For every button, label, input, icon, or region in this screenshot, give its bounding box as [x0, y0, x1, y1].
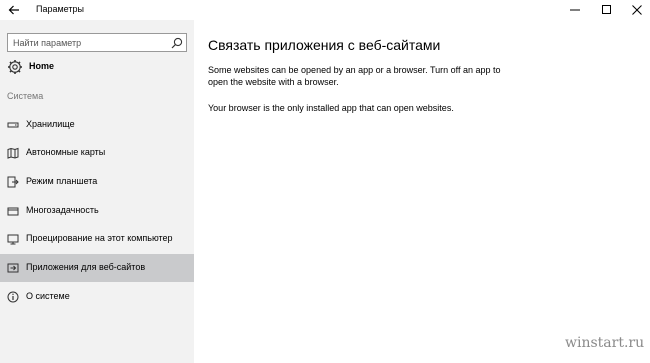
sidebar-item-storage[interactable]: Хранилище — [0, 111, 194, 139]
sidebar-item-label: О системе — [26, 291, 70, 301]
gear-icon — [8, 60, 22, 74]
search-input[interactable] — [8, 34, 168, 51]
storage-icon — [7, 122, 19, 128]
web-apps-icon — [7, 263, 19, 273]
maximize-button[interactable] — [592, 0, 622, 20]
minimize-icon — [570, 9, 580, 11]
info-icon — [7, 291, 19, 303]
sidebar-item-label: Проецирование на этот компьютер — [26, 233, 173, 243]
sidebar-item-about[interactable]: О системе — [0, 283, 194, 311]
window-title: Параметры — [36, 4, 84, 14]
sidebar-item-label: Хранилище — [26, 119, 75, 129]
title-bar: Параметры — [0, 0, 650, 20]
sidebar-item-multitasking[interactable]: Многозадачность — [0, 197, 194, 225]
tablet-mode-icon — [7, 176, 19, 188]
main-content: Связать приложения с веб-сайтами Some we… — [194, 20, 650, 363]
search-icon[interactable] — [171, 37, 183, 49]
sidebar-item-label: Автономные карты — [26, 147, 106, 157]
map-icon — [7, 147, 19, 159]
description-text: Some websites can be opened by an app or… — [208, 65, 501, 87]
multitasking-icon — [7, 207, 19, 216]
home-link[interactable]: Home — [0, 57, 194, 77]
watermark: winstart.ru — [565, 335, 645, 351]
sidebar-item-tablet-mode[interactable]: Режим планшета — [0, 168, 194, 196]
sidebar-item-label: Режим планшета — [26, 176, 98, 186]
section-label-system: Система — [7, 91, 44, 101]
search-box[interactable] — [7, 33, 187, 52]
close-button[interactable] — [622, 0, 650, 20]
sidebar-item-label: Приложения для веб-сайтов — [26, 262, 146, 272]
sidebar: Home Система Хранилище Автономные карты … — [0, 20, 194, 363]
sidebar-item-offline-maps[interactable]: Автономные карты — [0, 139, 194, 167]
sidebar-item-projecting[interactable]: Проецирование на этот компьютер — [0, 225, 194, 253]
sidebar-item-label: Многозадачность — [26, 205, 99, 215]
sidebar-item-apps-for-websites[interactable]: Приложения для веб-сайтов — [0, 254, 194, 282]
close-icon — [632, 5, 642, 15]
minimize-button[interactable] — [560, 0, 590, 20]
home-label: Home — [29, 61, 55, 71]
back-button[interactable] — [4, 1, 24, 19]
page-title: Связать приложения с веб-сайтами — [208, 37, 441, 53]
back-arrow-icon — [8, 5, 19, 15]
browser-note: Your browser is the only installed app t… — [208, 103, 454, 113]
maximize-icon — [602, 5, 611, 14]
projecting-icon — [7, 234, 19, 245]
